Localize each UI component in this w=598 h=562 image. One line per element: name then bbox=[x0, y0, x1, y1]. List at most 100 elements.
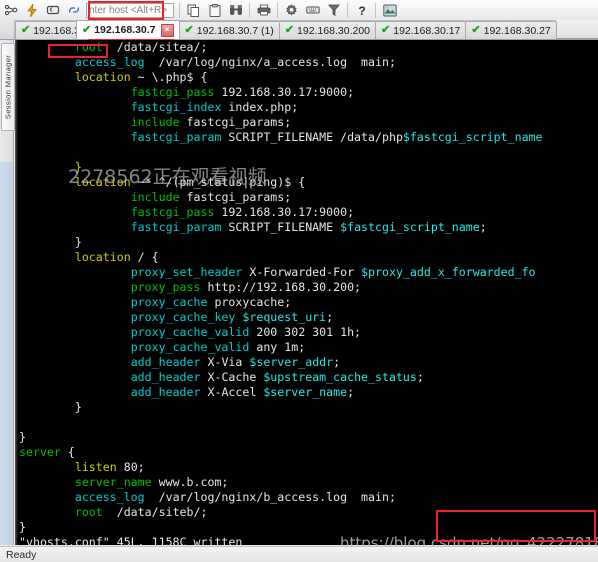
terminal-span bbox=[19, 130, 131, 144]
terminal-line: add_header X-Accel $server_name; bbox=[19, 385, 598, 400]
terminal-line: root /data/siteb/; bbox=[19, 505, 598, 520]
terminal-span: root bbox=[74, 505, 103, 519]
terminal-span: fastcgi_param bbox=[130, 130, 222, 144]
terminal-text: root /data/sitea/; access_log /var/log/n… bbox=[19, 40, 598, 545]
terminal-span: index.php; bbox=[221, 100, 299, 114]
question-icon[interactable]: ? bbox=[351, 1, 372, 20]
tabbar-filler bbox=[555, 20, 598, 39]
terminal-line: fastcgi_param SCRIPT_FILENAME $fastcgi_s… bbox=[19, 220, 598, 235]
terminal-span: $server_name bbox=[263, 385, 348, 399]
terminal-span bbox=[19, 490, 75, 504]
terminal-span bbox=[19, 175, 75, 189]
terminal-span: fastcgi_pass bbox=[130, 85, 215, 99]
terminal-line: } bbox=[19, 235, 598, 250]
paste-icon[interactable] bbox=[204, 1, 225, 20]
terminal-line: fastcgi_pass 192.168.30.17:9000; bbox=[19, 85, 598, 100]
session-tab-bar: ✔ 192.168.30.6 ✔ 192.168.30.7 × ✔ 192.16… bbox=[0, 20, 598, 40]
terminal-span bbox=[19, 505, 75, 519]
disconnect-icon[interactable] bbox=[63, 1, 84, 20]
session-tab-3[interactable]: ✔ 192.168.30.200 bbox=[278, 21, 377, 39]
connect-icon[interactable] bbox=[0, 1, 21, 20]
tab-connected-check-icon: ✔ bbox=[21, 24, 31, 36]
terminal-span: add_header bbox=[130, 370, 201, 384]
terminal-span: ; bbox=[479, 220, 487, 234]
terminal-span bbox=[19, 295, 131, 309]
terminal-span: include bbox=[130, 115, 180, 129]
terminal-span: add_header bbox=[130, 385, 201, 399]
terminal-span: proxy_cache bbox=[130, 295, 208, 309]
toolbar-separator-1 bbox=[179, 2, 180, 18]
file-transfer-icon[interactable] bbox=[379, 1, 400, 20]
terminal-span: proxy_cache_valid bbox=[130, 325, 250, 339]
terminal-line: server { bbox=[19, 445, 598, 460]
print-icon[interactable] bbox=[253, 1, 274, 20]
quick-connect-icon[interactable] bbox=[21, 1, 42, 20]
terminal-span bbox=[19, 55, 75, 69]
terminal-span bbox=[19, 355, 131, 369]
session-tab-1-active[interactable]: ✔ 192.168.30.7 × bbox=[76, 20, 180, 39]
terminal-span: fastcgi_pass bbox=[130, 205, 215, 219]
terminal-span: } bbox=[19, 160, 82, 174]
terminal-span: } bbox=[19, 430, 26, 444]
tab-connected-check-icon: ✔ bbox=[184, 24, 194, 36]
terminal-span: add_header bbox=[130, 355, 201, 369]
terminal-line: } bbox=[19, 400, 598, 415]
terminal-span: ~* ^/(pm_status|ping)$ { bbox=[130, 175, 306, 189]
terminal-span: server_name bbox=[74, 475, 152, 489]
terminal-line: proxy_cache_valid 200 302 301 1h; bbox=[19, 325, 598, 340]
terminal-span: X-Via bbox=[200, 355, 250, 369]
terminal-span: root bbox=[74, 40, 103, 54]
terminal-span: access_log bbox=[74, 55, 145, 69]
status-bar: Ready bbox=[0, 546, 598, 562]
session-tab-0[interactable]: ✔ 192.168.30.6 bbox=[15, 21, 77, 39]
terminal-span: $proxy_add_x_forwarded_fo bbox=[361, 265, 536, 279]
terminal-line: access_log /var/log/nginx/b_access.log m… bbox=[19, 490, 598, 505]
terminal-span: 192.168.30.17:9000; bbox=[214, 205, 355, 219]
terminal-line: } bbox=[19, 160, 598, 175]
terminal-span bbox=[19, 205, 131, 219]
terminal-span bbox=[19, 85, 131, 99]
terminal-span: { bbox=[60, 445, 75, 459]
copy-icon[interactable] bbox=[183, 1, 204, 20]
tab-close-icon[interactable]: × bbox=[160, 23, 174, 37]
terminal-span: access_log bbox=[74, 490, 145, 504]
tab-label: 192.168.30.27 bbox=[483, 24, 551, 37]
tab-label: 192.168.30.17 bbox=[393, 24, 461, 37]
toolbar-separator-3 bbox=[277, 2, 278, 18]
host-entry-box[interactable]: nter host <Alt+R> bbox=[86, 2, 174, 18]
terminal-line: fastcgi_pass 192.168.30.17:9000; bbox=[19, 205, 598, 220]
terminal-line: server_name www.b.com; bbox=[19, 475, 598, 490]
find-icon[interactable] bbox=[225, 1, 246, 20]
terminal-span: proxycache; bbox=[207, 295, 292, 309]
terminal-line: proxy_cache_key $request_uri; bbox=[19, 310, 598, 325]
terminal-line: add_header X-Via $server_addr; bbox=[19, 355, 598, 370]
session-manager-tab[interactable]: Session Manager bbox=[1, 43, 15, 131]
keyboard-icon[interactable] bbox=[302, 1, 323, 20]
terminal-span: $request_uri bbox=[242, 310, 327, 324]
tab-connected-check-icon: ✔ bbox=[82, 23, 92, 36]
funnel-icon[interactable] bbox=[323, 1, 344, 20]
terminal-pane[interactable]: root /data/sitea/; access_log /var/log/n… bbox=[15, 40, 598, 545]
tab-label: 192.168.30.200 bbox=[297, 24, 371, 37]
gear-icon[interactable] bbox=[281, 1, 302, 20]
session-tab-5[interactable]: ✔ 192.168.30.27 bbox=[465, 21, 557, 39]
terminal-span: fastcgi_param bbox=[130, 220, 222, 234]
terminal-line: proxy_cache proxycache; bbox=[19, 295, 598, 310]
terminal-span bbox=[19, 475, 75, 489]
terminal-span: http://192.168.30.200; bbox=[200, 280, 362, 294]
toolbar-separator-4 bbox=[347, 2, 348, 18]
toolbar-separator-5 bbox=[375, 2, 376, 18]
terminal-line: add_header X-Cache $upstream_cache_statu… bbox=[19, 370, 598, 385]
toolbar-separator-2 bbox=[249, 2, 250, 18]
terminal-span bbox=[19, 280, 131, 294]
tab-connected-check-icon: ✔ bbox=[284, 24, 295, 36]
reconnect-icon[interactable] bbox=[42, 1, 63, 20]
host-placeholder: nter host <Alt+R> bbox=[89, 4, 168, 16]
session-tab-2[interactable]: ✔ 192.168.30.7 (1) bbox=[178, 21, 280, 39]
session-tab-4[interactable]: ✔ 192.168.30.17 bbox=[375, 21, 467, 39]
terminal-line: location ~ \.php$ { bbox=[19, 70, 598, 85]
terminal-line: proxy_set_header X-Forwarded-For $proxy_… bbox=[19, 265, 598, 280]
terminal-span: / { bbox=[130, 250, 159, 264]
terminal-span: location bbox=[74, 70, 131, 84]
